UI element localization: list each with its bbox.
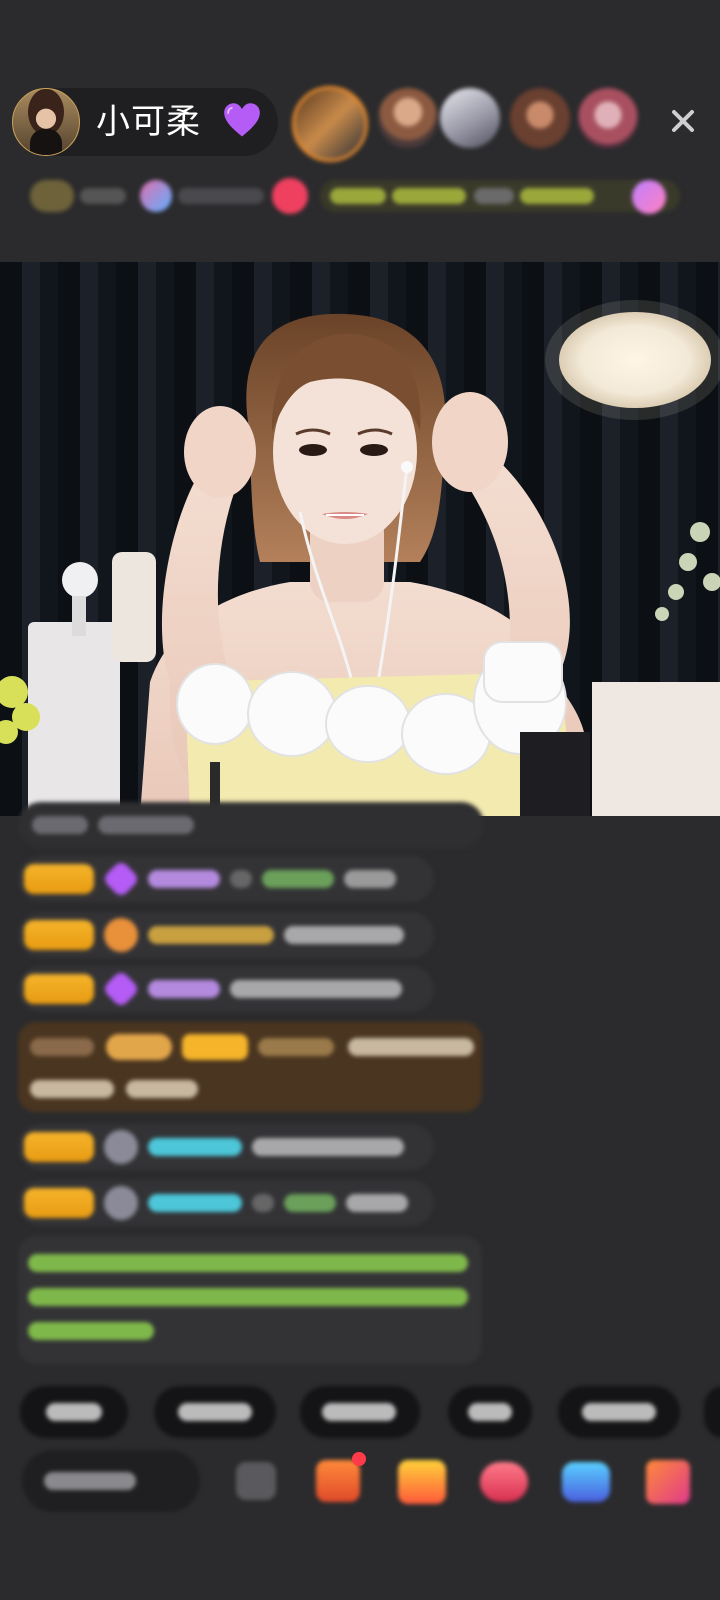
gift-box-icon[interactable] [316,1460,360,1502]
gift-box-icon[interactable] [398,1460,446,1504]
quick-reply-chip[interactable] [20,1386,128,1438]
quick-reply-chip[interactable] [448,1386,532,1438]
streamer-video-frame [0,300,720,816]
quick-reply-chip[interactable] [300,1386,420,1438]
gift-box-icon[interactable] [646,1460,690,1504]
purple-heart-icon [224,103,260,137]
highlight-message[interactable] [18,1022,482,1112]
system-notice [18,1236,482,1364]
viewer-avatar[interactable] [292,86,368,162]
chat-message[interactable] [18,966,434,1012]
viewer-avatar[interactable] [510,88,570,148]
quick-reply-chip[interactable] [704,1386,720,1438]
notification-dot [352,1452,366,1466]
chat-message[interactable] [18,1180,434,1226]
gift-box-icon[interactable] [562,1462,610,1502]
ranking-row[interactable] [0,172,720,220]
viewer-avatar[interactable] [578,88,638,148]
anchor-info-pill[interactable]: 小可柔 [12,88,278,156]
chat-message[interactable] [18,1124,434,1170]
viewer-avatar[interactable] [378,88,438,148]
chat-message[interactable] [18,912,434,958]
anchor-name: 小可柔 [96,102,201,142]
chat-bubble-icon[interactable] [236,1462,276,1500]
chat-message[interactable] [18,802,484,848]
live-video[interactable] [0,262,720,816]
comment-input[interactable] [22,1450,200,1512]
gift-box-icon[interactable] [480,1462,528,1502]
chat-message[interactable] [18,856,434,902]
quick-reply-chip[interactable] [558,1386,680,1438]
anchor-avatar[interactable] [12,88,80,156]
viewer-avatar[interactable] [440,88,500,148]
close-icon[interactable] [666,104,700,138]
bottom-toolbar [0,1450,720,1520]
quick-reply-chip[interactable] [154,1386,276,1438]
